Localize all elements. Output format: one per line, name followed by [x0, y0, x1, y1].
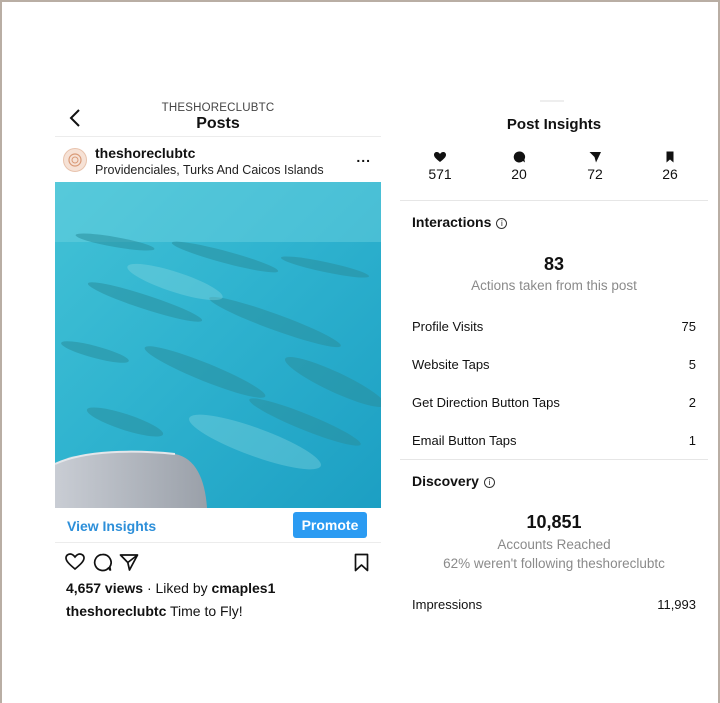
post-photo[interactable] [55, 182, 381, 508]
post-header: theshoreclubtc Providenciales, Turks And… [55, 137, 381, 182]
discovery-heading: Discovery i [412, 473, 495, 489]
liked-by-user[interactable]: cmaples1 [212, 580, 276, 596]
insights-screen: Post Insights 571 20 72 26 Interactions … [400, 100, 708, 620]
account-brand: THESHORECLUBTC [161, 102, 275, 114]
view-insights-link[interactable]: View Insights [67, 518, 156, 534]
shares-metric: 72 [570, 150, 620, 184]
more-icon[interactable]: ... [356, 149, 371, 165]
liked-prefix: · Liked by [143, 580, 212, 596]
row-value: 5 [688, 357, 696, 372]
interactions-heading: Interactions i [412, 214, 508, 230]
heart-icon [434, 152, 446, 162]
following-note: 62% weren't following theshoreclubtc [443, 556, 665, 571]
comments-metric: 20 [494, 150, 544, 184]
post-username[interactable]: theshoreclubtc [95, 145, 195, 161]
insights-bar: View Insights Promote [55, 508, 381, 542]
interactions-total: 83 [543, 254, 565, 274]
row-label: Profile Visits [412, 319, 484, 334]
interaction-row-website-taps: Website Taps 5 [412, 357, 696, 372]
shares-count: 72 [587, 166, 603, 182]
interaction-row-profile-visits: Profile Visits 75 [412, 319, 696, 334]
interaction-row-get-direction-taps: Get Direction Button Taps 2 [412, 395, 696, 410]
share-icon[interactable] [119, 553, 139, 572]
likes-metric: 571 [415, 150, 465, 184]
sheet-handle[interactable] [540, 100, 564, 102]
post-actions [55, 543, 381, 579]
shell-logo-icon [68, 153, 82, 167]
avatar[interactable] [63, 148, 87, 172]
likes-count: 571 [428, 166, 452, 182]
share-icon [589, 152, 601, 163]
heart-icon[interactable] [65, 553, 85, 571]
interactions-total-label: Actions taken from this post [471, 278, 637, 293]
post-caption: theshoreclubtc Time to Fly! [55, 603, 381, 619]
comment-icon[interactable] [93, 553, 112, 572]
promote-button[interactable]: Promote [293, 512, 367, 538]
bookmark-icon[interactable] [354, 553, 369, 572]
post-screen: THESHORECLUBTC Posts theshoreclubtc Prov… [55, 100, 381, 619]
info-icon[interactable]: i [483, 477, 495, 488]
row-value: 2 [688, 395, 696, 410]
bookmark-icon [666, 151, 674, 163]
discovery-row-impressions: Impressions 11,993 [412, 597, 696, 612]
row-label: Website Taps [412, 357, 490, 372]
views-count[interactable]: 4,657 views [66, 580, 143, 596]
row-label: Get Direction Button Taps [412, 395, 560, 410]
engagement-metrics: 571 20 72 26 [400, 150, 708, 198]
interaction-row-email-taps: Email Button Taps 1 [412, 433, 696, 448]
caption-username[interactable]: theshoreclubtc [66, 603, 166, 619]
divider [400, 459, 708, 460]
accounts-reached-total: 10,851 [526, 512, 582, 532]
insights-title: Post Insights [506, 116, 602, 133]
interactions-title: Interactions [412, 214, 492, 230]
info-icon[interactable]: i [496, 218, 508, 229]
saves-metric: 26 [645, 150, 695, 184]
post-stats: 4,657 views · Liked by cmaples1 [55, 580, 381, 596]
comments-count: 20 [511, 166, 527, 182]
accounts-reached-label: Accounts Reached [497, 537, 611, 552]
aerial-ocean-image [55, 182, 381, 508]
divider [400, 200, 708, 201]
comment-icon [513, 151, 526, 163]
row-value: 1 [688, 433, 696, 448]
row-label: Email Button Taps [412, 433, 517, 448]
row-value: 75 [681, 319, 696, 334]
top-bar: THESHORECLUBTC Posts [55, 100, 381, 136]
post-location[interactable]: Providenciales, Turks And Caicos Islands [95, 163, 324, 177]
discovery-title: Discovery [412, 473, 479, 489]
row-label: Impressions [412, 597, 483, 612]
page-title: Posts [196, 115, 240, 132]
saves-count: 26 [662, 166, 678, 182]
caption-text: Time to Fly! [166, 603, 243, 619]
row-value: 11,993 [657, 597, 696, 612]
